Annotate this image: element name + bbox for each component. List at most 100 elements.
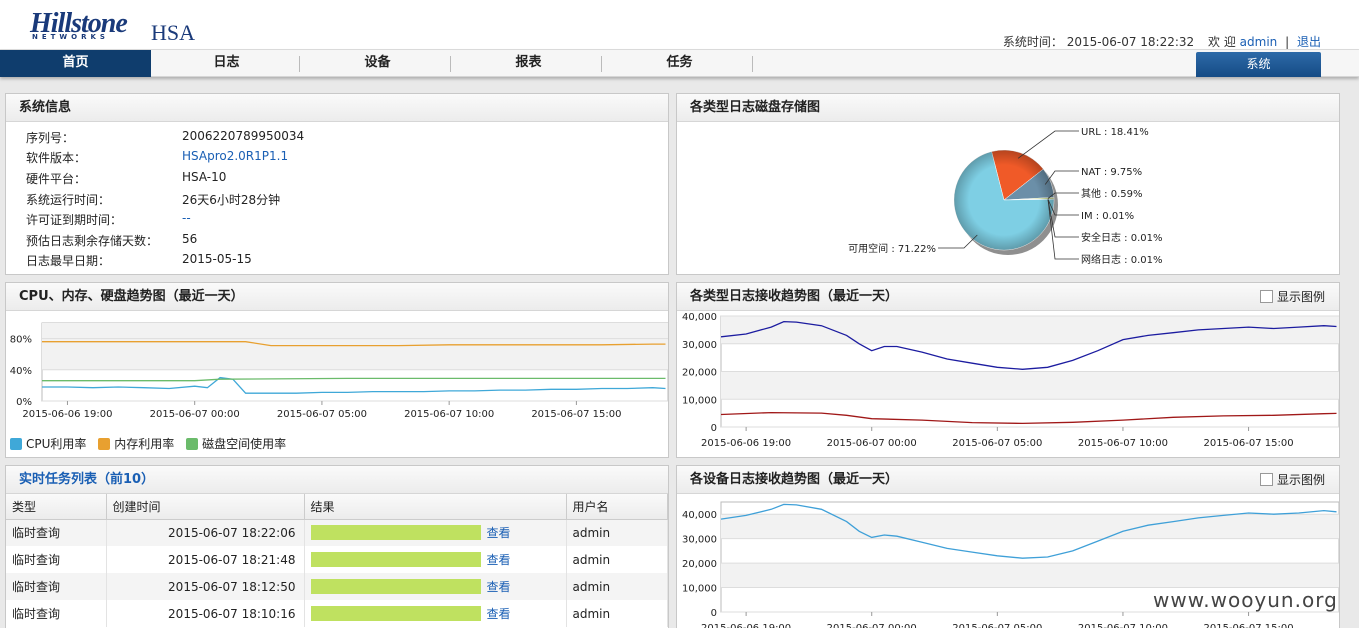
task-user: admin: [566, 546, 668, 573]
grid-band: [721, 563, 1339, 588]
progress-bar: [310, 606, 481, 621]
pie-label: 其他 : 0.59%: [1081, 187, 1143, 200]
panel-title: CPU、内存、硬盘趋势图（最近一天）: [6, 283, 668, 311]
table-row: 临时查询 2015-06-07 18:10:16 查看 admin: [6, 600, 668, 627]
x-tick-label: 2015-06-07 10:00: [404, 409, 494, 420]
info-label: 硬件平台：: [26, 172, 87, 186]
info-label: 预估日志剩余存储天数：: [26, 234, 159, 248]
panel-title: 各设备日志接收趋势图（最近一天） 显示图例: [677, 466, 1339, 494]
nav-home[interactable]: 首页: [0, 50, 151, 77]
pie-label: 网络日志 : 0.01%: [1081, 253, 1163, 266]
x-tick-label: 2015-06-06 19:00: [22, 409, 112, 420]
y-tick-label: 80%: [10, 335, 32, 346]
software-version-link[interactable]: HSApro2.0R1P1.1: [182, 149, 288, 163]
view-link[interactable]: 查看: [487, 607, 511, 621]
nav-divider: [299, 56, 300, 72]
table-row: 临时查询 2015-06-07 18:12:50 查看 admin: [6, 573, 668, 600]
disk-storage-panel: 各类型日志磁盘存储图 URL : 18.41% NAT : 9.75% 其他 : 0…: [676, 93, 1340, 275]
x-tick-label: 2015-06-07 00:00: [150, 409, 240, 420]
pie-label: 可用空间 : 71.22%: [848, 242, 936, 255]
checkbox-icon[interactable]: [1259, 473, 1273, 486]
system-time-label: 系统时间：: [1002, 35, 1063, 49]
task-user: admin: [566, 573, 668, 600]
panel-title: 实时任务列表（前10）: [6, 466, 668, 494]
task-time: 2015-06-07 18:21:48: [106, 546, 305, 573]
x-tick-label: 2015-06-07 10:00: [1078, 438, 1168, 449]
legend-label: 磁盘空间使用率: [202, 437, 287, 451]
nav-system[interactable]: 系统: [1196, 52, 1321, 77]
progress-bar: [310, 579, 481, 594]
checkbox-icon: [98, 438, 111, 450]
info-label: 许可证到期时间：: [26, 213, 123, 227]
view-link[interactable]: 查看: [487, 526, 511, 540]
y-tick-label: 30,000: [682, 340, 717, 351]
show-legend-toggle[interactable]: 显示图例: [1259, 283, 1325, 311]
task-type: 临时查询: [6, 546, 107, 573]
pie-leader-line: [1017, 130, 1079, 159]
y-tick-label: 20,000: [682, 559, 717, 570]
task-user: admin: [566, 519, 668, 546]
column-header[interactable]: 创建时间: [106, 494, 305, 520]
y-tick-label: 40%: [10, 366, 32, 377]
checkbox-icon: [10, 438, 22, 450]
task-time: 2015-06-07 18:10:16: [106, 600, 305, 627]
toggle-label: 显示图例: [1276, 473, 1325, 487]
serial-number: 2006220789950034: [182, 129, 305, 143]
legend-disk[interactable]: 磁盘空间使用率: [186, 435, 286, 452]
task-type: 临时查询: [6, 573, 107, 600]
x-tick-label: 2015-06-07 05:00: [952, 438, 1042, 449]
grid-band: [42, 338, 668, 370]
nav-logs[interactable]: 日志: [151, 50, 302, 77]
x-tick-label: 2015-06-07 15:00: [531, 409, 621, 420]
legend-memory[interactable]: 内存利用率: [98, 435, 174, 452]
watermark: www.wooyun.org: [1153, 588, 1338, 612]
table-row: 临时查询 2015-06-07 18:22:06 查看 admin: [6, 519, 668, 546]
checkbox-icon[interactable]: [1259, 290, 1273, 303]
x-tick-label: 2015-06-06 19:00: [701, 623, 791, 628]
y-tick-label: 0: [711, 608, 717, 619]
toggle-label: 显示图例: [1276, 290, 1325, 304]
y-tick-label: 20,000: [682, 368, 717, 379]
column-header[interactable]: 结果: [304, 494, 567, 520]
legend-label: CPU利用率: [26, 437, 87, 451]
panel-title-text: 各类型日志接收趋势图（最近一天）: [690, 289, 899, 304]
logout-link[interactable]: 退出: [1297, 35, 1321, 49]
nav-reports[interactable]: 报表: [453, 50, 604, 77]
x-tick-label: 2015-06-07 15:00: [1203, 438, 1293, 449]
log-receive-chart: 0 10,000 20,000 30,000 40,000 2015-06-06 19:0…: [682, 312, 1339, 449]
view-link[interactable]: 查看: [487, 580, 511, 594]
uptime: 26天6小时28分钟: [182, 193, 281, 207]
column-header[interactable]: 用户名: [566, 494, 668, 520]
license-expiry-link[interactable]: --: [182, 211, 191, 225]
view-link[interactable]: 查看: [487, 553, 511, 567]
task-result: 查看: [304, 546, 567, 573]
legend-cpu[interactable]: CPU利用率: [10, 435, 86, 452]
y-tick-label: 10,000: [682, 584, 717, 595]
panel-title: 系统信息: [6, 94, 668, 122]
y-tick-label: 0%: [16, 397, 32, 408]
x-tick-label: 2015-06-07 05:00: [277, 409, 367, 420]
nav-devices[interactable]: 设备: [302, 50, 453, 77]
header: Hillstone NETWORKS HSA 系统时间： 2015-06-07 …: [0, 0, 1359, 50]
user-link[interactable]: admin: [1240, 35, 1278, 49]
system-info-panel: 系统信息 序列号： 2006220789950034 软件版本： HSApro2…: [5, 93, 669, 275]
disk-pie-chart: URL : 18.41% NAT : 9.75% 其他 : 0.59% IM : 0.…: [848, 127, 1163, 266]
column-header[interactable]: 类型: [6, 494, 107, 520]
nav-divider: [752, 56, 753, 72]
show-legend-toggle[interactable]: 显示图例: [1259, 466, 1325, 494]
system-time-value: 2015-06-07 18:22:32: [1066, 35, 1195, 49]
checkbox-icon: [186, 438, 199, 450]
pie-label: URL : 18.41%: [1081, 127, 1149, 138]
cpu-trend-panel: CPU、内存、硬盘趋势图（最近一天） 0% 40% 80% 2015-06-06 19…: [5, 282, 669, 458]
y-tick-label: 10,000: [682, 395, 717, 406]
y-tick-label: 0: [711, 423, 717, 434]
info-label: 软件版本：: [26, 151, 87, 165]
task-result: 查看: [304, 600, 567, 627]
y-tick-label: 40,000: [682, 510, 717, 521]
task-type: 临时查询: [6, 600, 107, 627]
grid-band: [721, 514, 1339, 539]
pie-shading: [954, 150, 1054, 250]
grid-band: [721, 316, 1339, 344]
panel-title: 各类型日志接收趋势图（最近一天） 显示图例: [677, 283, 1339, 311]
nav-tasks[interactable]: 任务: [604, 50, 755, 77]
